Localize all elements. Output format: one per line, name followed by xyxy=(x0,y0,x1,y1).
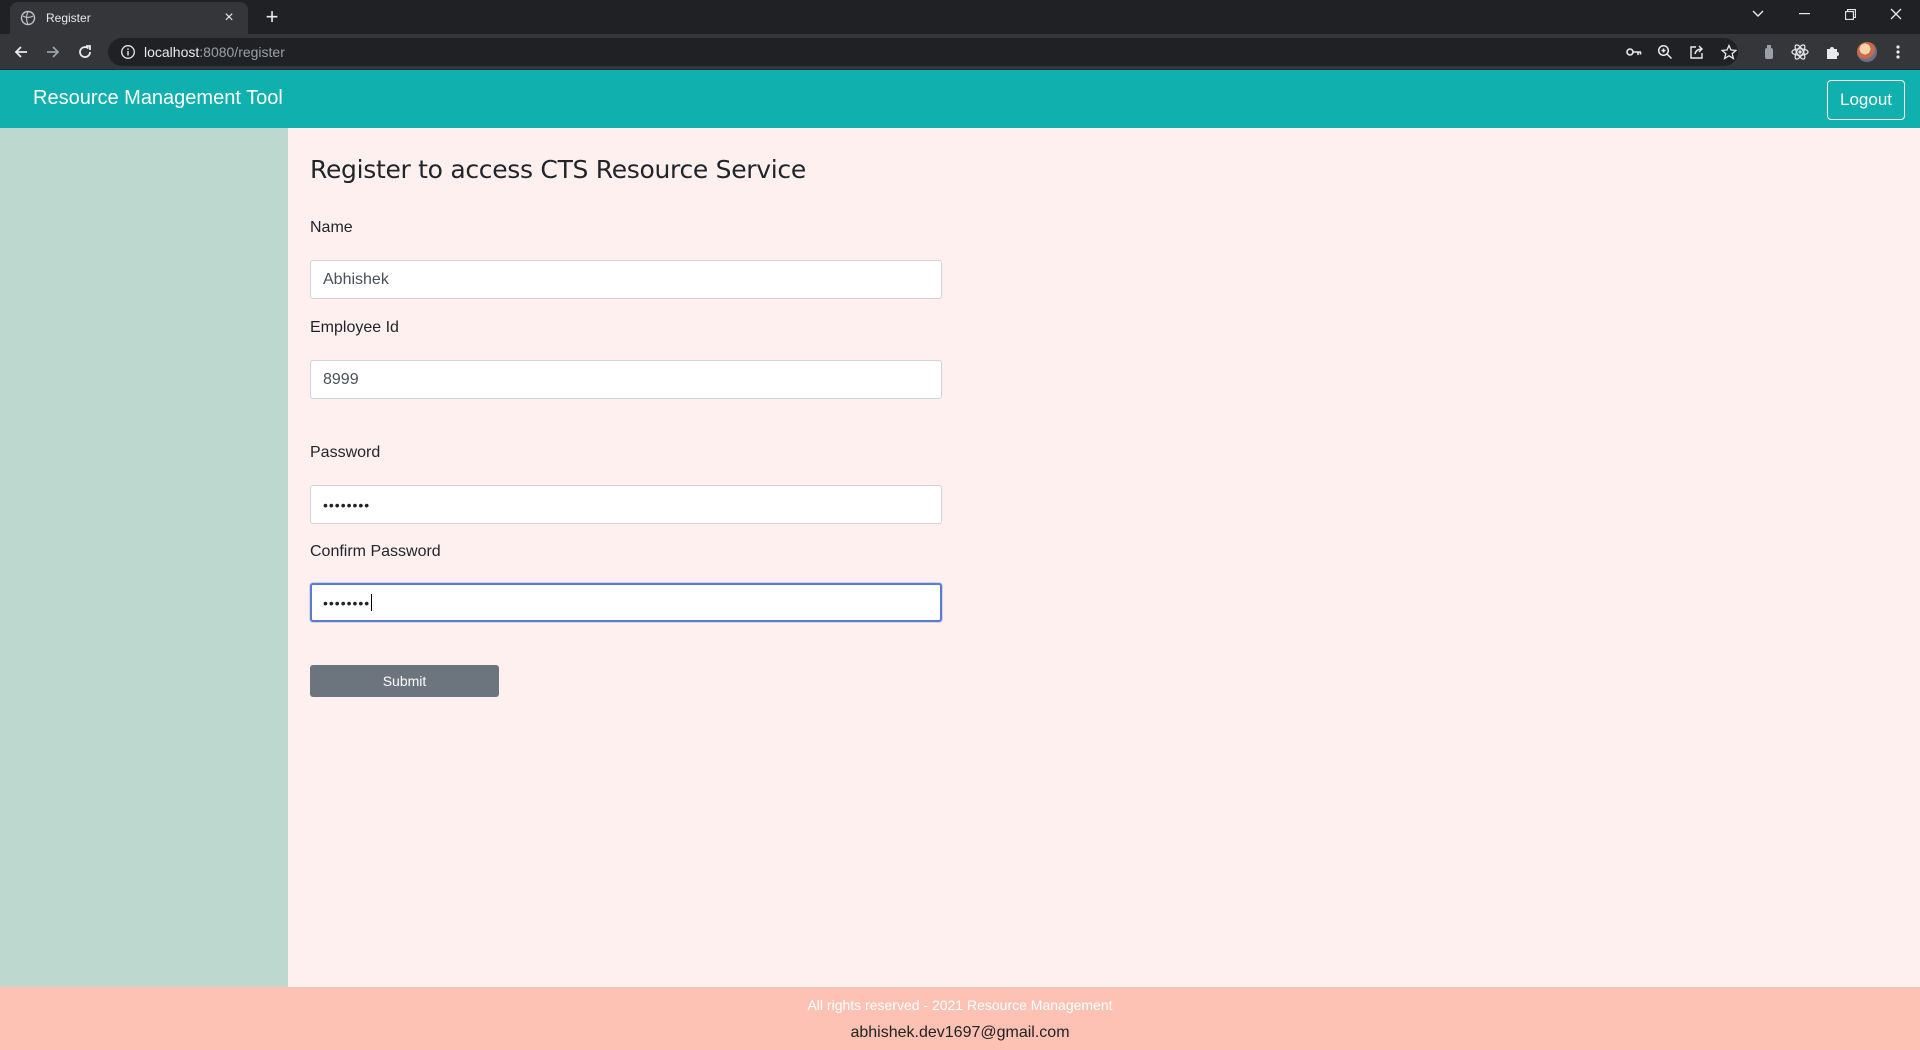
forward-arrow-icon[interactable] xyxy=(42,41,64,63)
footer-copyright: All rights reserved - 2021 Resource Mana… xyxy=(807,997,1113,1013)
password-input[interactable]: •••••••• xyxy=(310,485,942,524)
new-tab-icon[interactable]: + xyxy=(260,5,284,29)
text-caret xyxy=(371,594,373,611)
employee-id-input[interactable]: 8999 xyxy=(310,360,942,399)
globe-icon xyxy=(20,10,36,26)
name-input-value: Abhishek xyxy=(323,270,389,288)
logout-button[interactable]: Logout xyxy=(1827,80,1905,120)
employee-id-input-value: 8999 xyxy=(323,370,359,388)
tab-close-icon[interactable]: × xyxy=(220,9,238,27)
browser-tab-register[interactable]: Register × xyxy=(10,2,248,34)
password-label: Password xyxy=(310,444,381,461)
app-brand[interactable]: Resource Management Tool xyxy=(33,87,283,110)
confirm-password-masked-value: •••••••• xyxy=(323,594,371,611)
browser-toolbar: localhost :8080/register xyxy=(0,34,1920,70)
extension-bottle-icon[interactable] xyxy=(1759,42,1779,62)
tab-title: Register xyxy=(46,11,91,25)
url-path: :8080/register xyxy=(199,44,285,60)
url-host: localhost xyxy=(144,44,200,60)
tab-search-icon[interactable] xyxy=(1736,0,1780,28)
footer-email: abhishek.dev1697@gmail.com xyxy=(850,1024,1070,1041)
close-window-icon[interactable] xyxy=(1874,0,1918,28)
minimize-icon[interactable] xyxy=(1782,0,1826,28)
sidebar xyxy=(0,128,288,987)
app-header: Resource Management Tool Logout xyxy=(0,70,1920,128)
register-form-area: Register to access CTS Resource Service … xyxy=(288,128,1920,987)
share-icon[interactable] xyxy=(1688,43,1706,61)
confirm-password-input[interactable]: •••••••• xyxy=(310,583,942,622)
extensions-puzzle-icon[interactable] xyxy=(1823,42,1843,62)
site-info-icon[interactable] xyxy=(120,44,136,60)
footer: All rights reserved - 2021 Resource Mana… xyxy=(0,987,1920,1050)
react-devtools-icon[interactable] xyxy=(1790,42,1810,62)
back-arrow-icon[interactable] xyxy=(10,41,32,63)
key-icon[interactable] xyxy=(1625,43,1643,61)
address-bar[interactable]: localhost :8080/register xyxy=(108,38,1738,66)
employee-id-label: Employee Id xyxy=(310,319,399,336)
profile-avatar[interactable] xyxy=(1857,42,1877,62)
restore-icon[interactable] xyxy=(1828,0,1872,28)
name-label: Name xyxy=(310,219,353,236)
name-input[interactable]: Abhishek xyxy=(310,260,942,299)
password-masked-value: •••••••• xyxy=(323,496,371,513)
submit-button[interactable]: Submit xyxy=(310,665,499,697)
confirm-password-label: Confirm Password xyxy=(310,543,441,560)
bookmark-star-icon[interactable] xyxy=(1720,43,1738,61)
browser-tab-strip: Register × + xyxy=(0,0,1920,34)
chrome-menu-icon[interactable] xyxy=(1888,42,1908,62)
reload-icon[interactable] xyxy=(74,41,96,63)
zoom-icon[interactable] xyxy=(1656,43,1674,61)
page-title: Register to access CTS Resource Service xyxy=(310,155,806,184)
